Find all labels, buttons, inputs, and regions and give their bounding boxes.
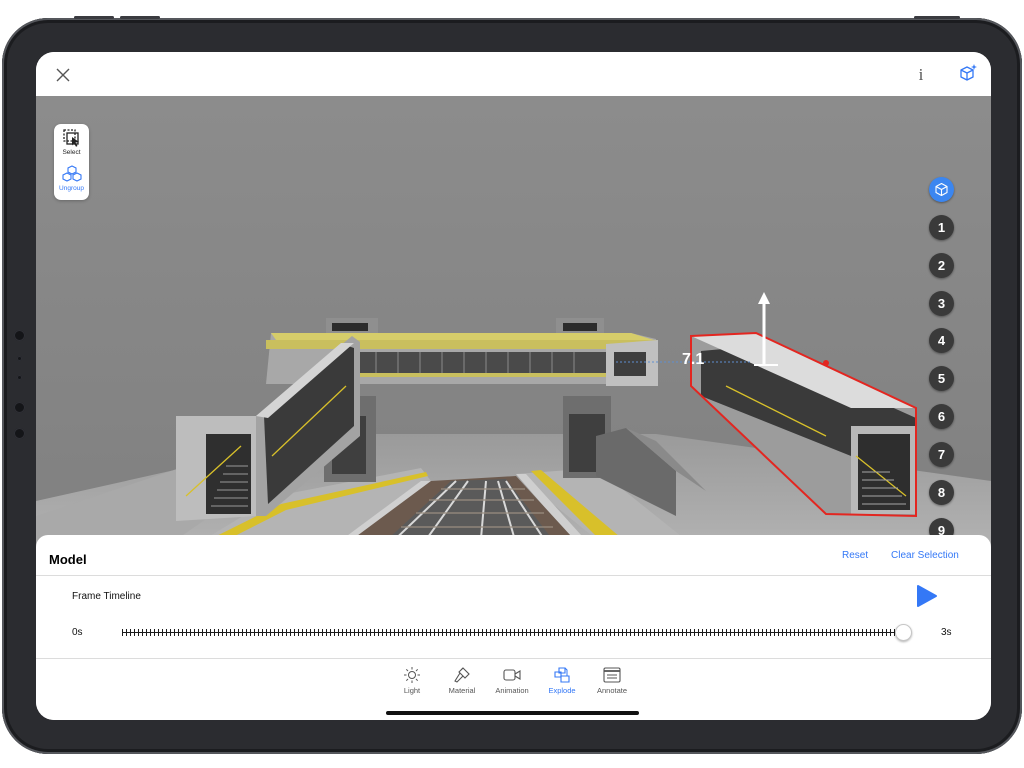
select-icon bbox=[62, 129, 79, 147]
ar-button[interactable] bbox=[956, 61, 980, 85]
step-button[interactable]: 3 bbox=[929, 291, 954, 316]
top-bar: i bbox=[36, 52, 991, 96]
model-panel: Model Reset Clear Selection Frame Timeli… bbox=[36, 535, 991, 720]
material-icon bbox=[454, 667, 470, 683]
animation-label: Animation bbox=[495, 686, 529, 695]
explode-icon bbox=[554, 667, 570, 683]
ungroup-tool[interactable]: Ungroup bbox=[54, 164, 89, 192]
reset-button[interactable]: Reset bbox=[842, 550, 868, 561]
tool-panel: Select Ungroup bbox=[54, 124, 89, 200]
time-end: 3s bbox=[941, 627, 952, 638]
step-button[interactable]: 1 bbox=[929, 215, 954, 240]
light-icon bbox=[404, 667, 420, 683]
animation-tab[interactable]: Animation bbox=[487, 666, 537, 695]
step-button[interactable]: 7 bbox=[929, 442, 954, 467]
info-icon: i bbox=[918, 65, 924, 84]
sensor-dot bbox=[17, 375, 22, 380]
home-indicator[interactable] bbox=[386, 711, 639, 715]
divider bbox=[36, 575, 991, 576]
step-button[interactable]: 6 bbox=[929, 404, 954, 429]
annotate-label: Annotate bbox=[596, 686, 628, 695]
camera-lens bbox=[14, 330, 25, 341]
timeline-knob[interactable] bbox=[895, 624, 912, 641]
panel-title: Model bbox=[49, 552, 87, 567]
camera-lens bbox=[14, 402, 25, 413]
camera-lens bbox=[14, 428, 25, 439]
close-button[interactable] bbox=[52, 64, 74, 86]
info-button[interactable]: i bbox=[910, 64, 932, 86]
explode-label: Explode bbox=[548, 686, 576, 695]
step-button[interactable]: 5 bbox=[929, 366, 954, 391]
step-button[interactable]: 4 bbox=[929, 328, 954, 353]
frame-timeline-slider[interactable] bbox=[122, 624, 912, 641]
ungroup-icon bbox=[61, 165, 82, 182]
light-tab[interactable]: Light bbox=[387, 666, 437, 695]
step-view-cube[interactable] bbox=[929, 177, 954, 202]
explode-tab[interactable]: Explode bbox=[537, 666, 587, 695]
annotate-tab[interactable]: Annotate bbox=[587, 666, 637, 695]
divider bbox=[36, 658, 991, 659]
power-button bbox=[914, 16, 960, 19]
frame-timeline-label: Frame Timeline bbox=[72, 591, 141, 602]
light-label: Light bbox=[403, 686, 421, 695]
step-button[interactable]: 2 bbox=[929, 253, 954, 278]
material-tab[interactable]: Material bbox=[437, 666, 487, 695]
volume-button bbox=[74, 16, 114, 19]
time-start: 0s bbox=[72, 627, 83, 638]
dimension-label: 7.1 bbox=[682, 351, 705, 368]
select-tool[interactable]: Select bbox=[54, 128, 89, 156]
play-icon bbox=[917, 585, 937, 607]
app-screen: i Select Ungroup 1 2 3 4 5 6 7 8 9 7.1 M… bbox=[36, 52, 991, 720]
station-model[interactable] bbox=[36, 96, 991, 596]
animation-icon bbox=[503, 669, 521, 681]
step-button[interactable]: 8 bbox=[929, 480, 954, 505]
material-label: Material bbox=[448, 686, 476, 695]
close-icon bbox=[56, 68, 70, 82]
ungroup-label: Ungroup bbox=[59, 185, 84, 192]
ar-cube-icon bbox=[960, 64, 977, 81]
3d-viewport[interactable]: Select Ungroup 1 2 3 4 5 6 7 8 9 7.1 bbox=[36, 96, 991, 596]
sensor-dot bbox=[17, 356, 22, 361]
play-button[interactable] bbox=[916, 584, 938, 608]
view-cube-icon bbox=[935, 182, 948, 197]
clear-selection-button[interactable]: Clear Selection bbox=[891, 550, 959, 561]
volume-button bbox=[120, 16, 160, 19]
annotate-icon bbox=[603, 667, 621, 683]
timeline-track bbox=[122, 632, 904, 633]
select-label: Select bbox=[62, 149, 81, 156]
